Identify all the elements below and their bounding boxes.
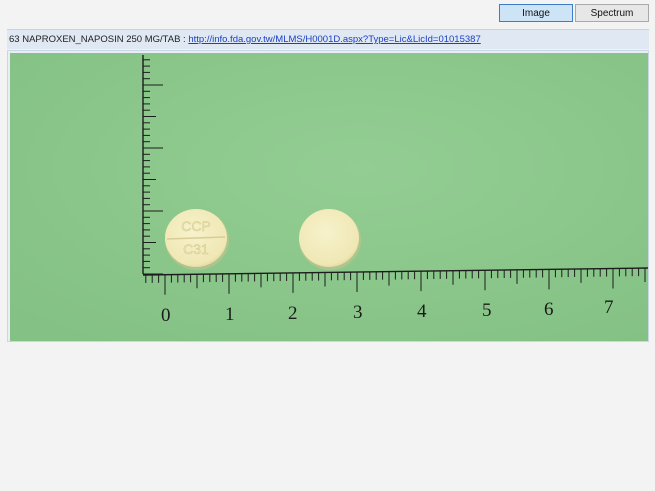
- tablet-imprint-bottom: C31: [183, 241, 209, 257]
- ruler-label-7: 7: [604, 297, 614, 318]
- ruler-label-3: 3: [353, 302, 363, 323]
- ruler-label-5: 5: [482, 300, 492, 321]
- ruler-label-4: 4: [417, 301, 427, 322]
- ruler-label-6: 6: [544, 299, 554, 320]
- image-tab-button[interactable]: Image: [499, 4, 573, 22]
- drug-info-bar: 63 NAPROXEN_NAPOSIN 250 MG/TAB : http://…: [7, 29, 649, 49]
- photo-background: [10, 53, 648, 341]
- drug-license-link[interactable]: http://info.fda.gov.tw/MLMS/H0001D.aspx?…: [188, 34, 480, 45]
- pill-photo-drawing: 0 1 2 3 4 5 6 7 CCP C31: [10, 53, 648, 341]
- pill-photo-frame: 0 1 2 3 4 5 6 7 CCP C31: [7, 50, 649, 342]
- ruler-label-1: 1: [225, 304, 235, 325]
- ruler-label-2: 2: [288, 303, 298, 324]
- drug-title: 63 NAPROXEN_NAPOSIN 250 MG/TAB :: [9, 34, 189, 45]
- tablet-imprint-top: CCP: [181, 218, 211, 234]
- spectrum-tab-button[interactable]: Spectrum: [575, 4, 649, 22]
- ruler-label-0: 0: [161, 305, 171, 326]
- view-toolbar: Image Spectrum: [499, 4, 649, 22]
- pill-photo: 0 1 2 3 4 5 6 7 CCP C31: [10, 53, 648, 341]
